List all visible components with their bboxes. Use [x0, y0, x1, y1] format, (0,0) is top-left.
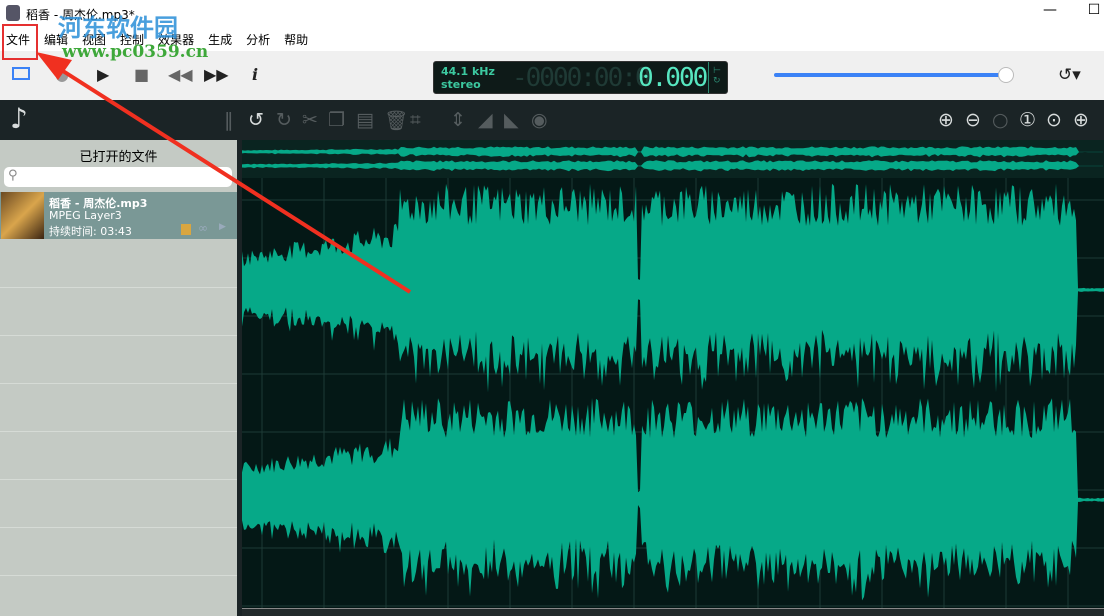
waveform-channel-right [242, 397, 1104, 601]
zoom-fit-icon[interactable]: ⊙ [1046, 109, 1062, 131]
time-ruler[interactable] [242, 608, 1104, 616]
fade-out-icon[interactable]: ◣ [504, 109, 519, 131]
zoom-vertical-icon[interactable]: ⊕ [1073, 109, 1089, 131]
normalize-icon[interactable]: ⇕ [450, 109, 466, 131]
zoom-1to1-icon[interactable]: ① [1019, 109, 1036, 131]
history-icon[interactable]: ↺▾ [1058, 65, 1081, 85]
zoom-out-icon[interactable]: ⊖ [965, 109, 981, 131]
annotation-arrow [36, 52, 412, 294]
channel-mode: stereo [441, 78, 481, 91]
time-value: 0.000 [638, 63, 708, 93]
effect-dial-icon[interactable]: ◉ [531, 109, 548, 131]
volume-slider-knob[interactable] [998, 67, 1014, 83]
time-inactive-digits: -0000:00:0 [512, 63, 651, 93]
sample-rate: 44.1 kHz [441, 65, 495, 78]
volume-slider[interactable] [774, 73, 1006, 77]
maximize-button[interactable]: ☐ [1074, 2, 1104, 18]
zoom-selection-icon[interactable]: ○ [992, 109, 1009, 131]
zoom-in-icon[interactable]: ⊕ [938, 109, 954, 131]
fade-in-icon[interactable]: ◢ [478, 109, 493, 131]
time-display: 44.1 kHz stereo -0000:00:0 0.000 ⊢ ↻ [433, 61, 728, 94]
divider [708, 62, 709, 93]
loop-icon[interactable]: ⊢ ↻ [713, 66, 721, 86]
minimize-button[interactable]: — [1030, 2, 1070, 18]
